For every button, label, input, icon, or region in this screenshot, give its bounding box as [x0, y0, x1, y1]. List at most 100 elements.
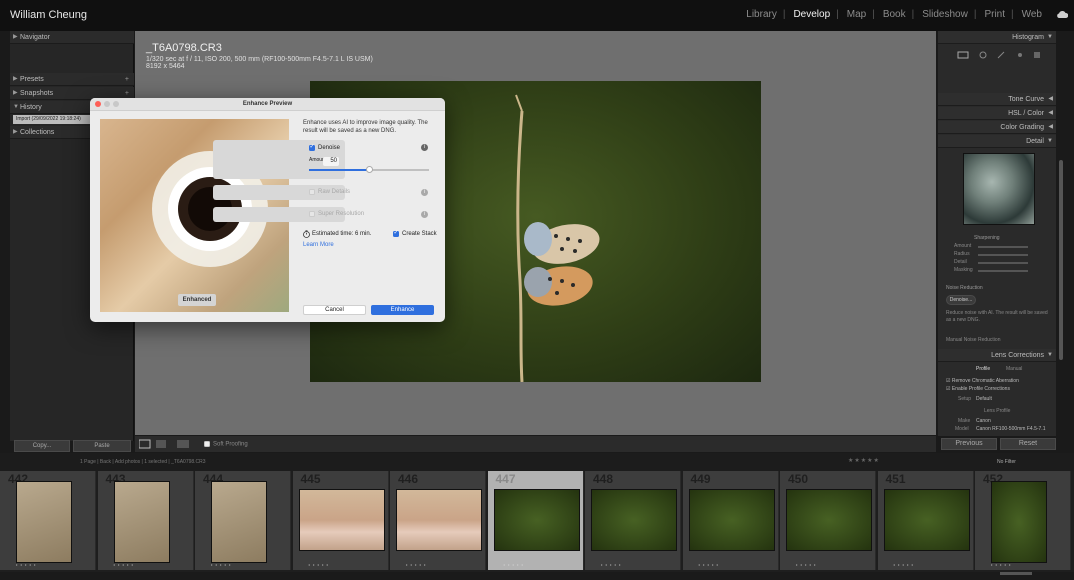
frame-number: 445 [300, 472, 321, 486]
sharpen-amount-slider[interactable] [978, 246, 1028, 248]
identity-plate: William Cheung [10, 9, 88, 21]
module-book[interactable]: Book [879, 9, 918, 20]
hsl-header[interactable]: HSL / Color ◀ [938, 107, 1056, 120]
zoom-window-icon[interactable] [113, 101, 119, 107]
tone-curve-header[interactable]: Tone Curve ◀ [938, 93, 1056, 106]
presets-header[interactable]: ▶ Presets + [10, 73, 134, 86]
manual-noise-reduction[interactable]: Manual Noise Reduction [946, 337, 1000, 343]
filmstrip-frame[interactable]: 447 • • • • • [487, 471, 584, 570]
filmstrip-frame[interactable]: 444 • • • • • [195, 471, 291, 570]
frame-number: 451 [885, 472, 906, 486]
tab-manual[interactable]: Manual [1006, 366, 1022, 372]
cancel-button[interactable]: Cancel [303, 305, 366, 315]
remove-ca-checkbox[interactable]: ☑ Remove Chromatic Aberration [946, 378, 1019, 384]
learn-more-link[interactable]: Learn More [303, 242, 334, 248]
tab-profile[interactable]: Profile [976, 366, 990, 372]
sharpen-radius-label: Radius [954, 251, 970, 257]
right-panel [938, 31, 1056, 436]
filmstrip-frame[interactable]: 452 • • • • • [975, 471, 1071, 570]
right-panel-scrollbar[interactable] [1059, 160, 1063, 360]
sharpen-masking-slider[interactable] [978, 270, 1028, 272]
filmstrip-frame[interactable]: 442 • • • • • [0, 471, 96, 570]
filmstrip-frame[interactable]: 449 • • • • • [682, 471, 779, 570]
enhance-button[interactable]: Enhance [371, 305, 434, 315]
module-slideshow[interactable]: Slideshow [918, 9, 980, 20]
create-stack-label: Create Stack [402, 231, 437, 237]
photo-filename: _T6A0798.CR3 [146, 42, 222, 54]
super-resolution-info-icon[interactable]: i [421, 211, 428, 218]
detail-preview-thumbnail[interactable] [963, 153, 1035, 225]
setup-value[interactable]: Default [976, 396, 992, 402]
minimize-window-icon[interactable] [104, 101, 110, 107]
make-value[interactable]: Canon [976, 418, 991, 424]
frame-number: 448 [593, 472, 614, 486]
sharpen-amount-label: Amount [954, 243, 972, 249]
model-label: Model [955, 426, 969, 432]
frame-number: 449 [690, 472, 711, 486]
filmstrip-frame[interactable]: 443 • • • • • [97, 471, 194, 570]
rating-filter-stars[interactable]: ★★★★★ [848, 457, 880, 464]
setup-label: Setup [958, 396, 972, 402]
model-value[interactable]: Canon RF100-500mm F4.5-7.1 [976, 426, 1045, 432]
frame-number: 447 [495, 472, 516, 486]
copy-button[interactable]: Copy... [14, 440, 70, 452]
enable-profile-checkbox[interactable]: ☑ Enable Profile Corrections [946, 386, 1010, 392]
color-grading-header[interactable]: Color Grading ◀ [938, 121, 1056, 134]
frame-thumbnail [591, 489, 677, 551]
create-stack-checkbox[interactable] [393, 229, 399, 237]
view-mode-icons[interactable] [139, 439, 199, 449]
module-map[interactable]: Map [843, 9, 879, 20]
previous-button[interactable]: Previous [941, 438, 997, 450]
raw-details-info-icon[interactable]: i [421, 189, 428, 196]
paste-button[interactable]: Paste [73, 440, 131, 452]
detail-header[interactable]: Detail ▼ [938, 135, 1056, 148]
filmstrip-frame[interactable]: 445 • • • • • [292, 471, 389, 570]
raw-details-checkbox[interactable] [309, 189, 315, 195]
super-resolution-label: Super Resolution [318, 211, 365, 217]
frame-thumbnail [883, 489, 970, 551]
cloud-icon[interactable] [1056, 10, 1068, 18]
super-resolution-checkbox[interactable] [309, 211, 315, 217]
filmstrip-frame[interactable]: 451 • • • • • [877, 471, 974, 570]
frame-rating: • • • • • [698, 562, 719, 567]
soft-proofing-toggle[interactable]: Soft Proofing [204, 441, 248, 448]
sharpen-radius-slider[interactable] [978, 254, 1028, 256]
make-label: Make [958, 418, 971, 424]
filmstrip-scrollbar[interactable] [1000, 572, 1032, 575]
filmstrip-filter[interactable]: No Filter [997, 459, 1016, 465]
denoise-button[interactable]: Denoise... [946, 295, 976, 305]
sharpen-masking-label: Masking [954, 267, 973, 273]
dialog-title: Enhance Preview [90, 98, 445, 111]
denoise-label: Denoise [318, 145, 341, 151]
filmstrip-frame[interactable]: 448 • • • • • [585, 471, 681, 570]
frame-thumbnail [211, 481, 267, 563]
module-library[interactable]: Library [742, 9, 789, 20]
frame-rating: • • • • • [796, 562, 817, 567]
sharpening-label: Sharpening [974, 235, 1000, 241]
navigator-header[interactable]: ▶ Navigator [10, 31, 134, 44]
module-print[interactable]: Print [980, 9, 1017, 20]
sharpen-detail-slider[interactable] [978, 262, 1028, 264]
filmstrip-source[interactable]: 1 Page | Back | Add photos | 1 selected … [80, 459, 206, 465]
dialog-description: Enhance uses AI to improve image quality… [303, 120, 428, 134]
amount-value-field[interactable]: 50 [323, 157, 339, 166]
reset-button[interactable]: Reset [1000, 438, 1056, 450]
module-develop[interactable]: Develop [789, 9, 842, 20]
histogram-header[interactable]: Histogram ▼ [938, 31, 1056, 44]
close-window-icon[interactable] [95, 101, 101, 107]
frame-rating: • • • • • [16, 562, 37, 567]
lens-corrections-header[interactable]: Lens Corrections ▼ [938, 349, 1056, 362]
tool-strip-icons[interactable] [950, 50, 1050, 60]
frame-thumbnail [688, 489, 775, 551]
frame-number: 450 [788, 472, 809, 486]
noise-reduction-note: Reduce noise with AI. The result will be… [946, 310, 1048, 323]
filmstrip-frame[interactable]: 446 • • • • • [390, 471, 486, 570]
denoise-info-icon[interactable]: i [421, 144, 428, 151]
photo-exif: 1/320 sec at f / 11, ISO 200, 500 mm (RF… [146, 56, 373, 63]
frame-thumbnail [991, 481, 1047, 563]
filmstrip-frame[interactable]: 450 • • • • • [780, 471, 876, 570]
amount-slider-knob[interactable] [366, 166, 373, 173]
module-web[interactable]: Web [1018, 9, 1046, 20]
frame-thumbnail [786, 489, 872, 551]
denoise-checkbox[interactable] [309, 143, 315, 151]
